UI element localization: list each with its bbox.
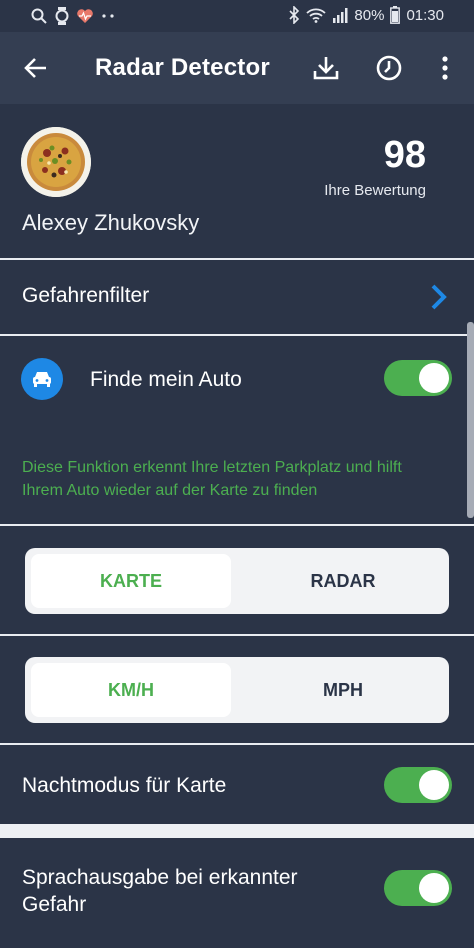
watch-icon	[55, 7, 69, 25]
signal-icon	[333, 8, 348, 23]
find-car-label: Finde mein Auto	[90, 368, 242, 391]
page-title: Radar Detector	[95, 54, 270, 81]
profile-section: Alexey Zhukovsky 98 Ihre Bewertung	[0, 104, 474, 258]
voice-alert-row: Sprachausgabe bei erkannter Gefahr	[0, 838, 474, 948]
download-button[interactable]	[310, 52, 342, 84]
toggle-knob	[419, 873, 449, 903]
segment-mph[interactable]: MPH	[243, 663, 443, 717]
car-icon	[33, 372, 51, 387]
more-vert-icon	[442, 56, 448, 80]
user-name: Alexey Zhukovsky	[22, 210, 200, 235]
find-car-section: Finde mein Auto Diese Funktion erkennt I…	[0, 336, 474, 524]
section-separator	[0, 824, 474, 838]
dots-icon	[102, 14, 114, 18]
divider	[0, 743, 474, 745]
bluetooth-icon	[289, 6, 300, 24]
status-left-icons	[30, 7, 118, 25]
clock-icon	[376, 55, 402, 81]
battery-icon	[390, 6, 401, 24]
scrollbar[interactable]	[467, 322, 474, 518]
status-bar: 80% 01:30	[0, 0, 474, 32]
battery-percent: 80%	[354, 6, 385, 24]
pizza-avatar-image	[21, 127, 91, 197]
voice-alert-label: Sprachausgabe bei erkannter Gefahr	[22, 866, 298, 916]
segment-kmh[interactable]: KM/H	[31, 663, 231, 717]
back-button[interactable]	[22, 54, 50, 82]
night-mode-row: Nachtmodus für Karte	[0, 746, 474, 824]
night-mode-label: Nachtmodus für Karte	[22, 774, 227, 797]
segment-radar[interactable]: RADAR	[243, 554, 443, 608]
more-options-button[interactable]	[429, 52, 461, 84]
view-segmented-control: KARTE RADAR	[25, 548, 449, 614]
heart-icon	[77, 9, 93, 23]
night-mode-toggle[interactable]	[384, 767, 452, 803]
toggle-knob	[419, 363, 449, 393]
divider	[0, 634, 474, 636]
clock-time: 01:30	[406, 6, 444, 24]
car-badge	[21, 358, 63, 400]
search-icon	[31, 8, 47, 24]
back-arrow-icon	[24, 58, 46, 78]
unit-segmented-control: KM/H MPH	[25, 657, 449, 723]
history-button[interactable]	[373, 52, 405, 84]
chevron-right-icon	[431, 284, 447, 310]
divider	[0, 524, 474, 526]
score-value: 98	[383, 134, 426, 176]
score-label: Ihre Bewertung	[324, 182, 426, 199]
download-icon	[313, 57, 339, 80]
toggle-knob	[419, 770, 449, 800]
wifi-icon	[306, 8, 327, 23]
avatar[interactable]	[21, 127, 91, 197]
status-right-icons: 80% 01:30	[288, 6, 444, 24]
hazard-filter-label: Gefahrenfilter	[22, 284, 150, 307]
hazard-filter-row[interactable]: Gefahrenfilter	[0, 260, 474, 334]
app-bar: Radar Detector	[0, 32, 474, 104]
find-car-toggle[interactable]	[384, 360, 452, 396]
find-car-description: Diese Funktion erkennt Ihre letzten Park…	[22, 459, 402, 499]
segment-karte[interactable]: KARTE	[31, 554, 231, 608]
voice-alert-toggle[interactable]	[384, 870, 452, 906]
